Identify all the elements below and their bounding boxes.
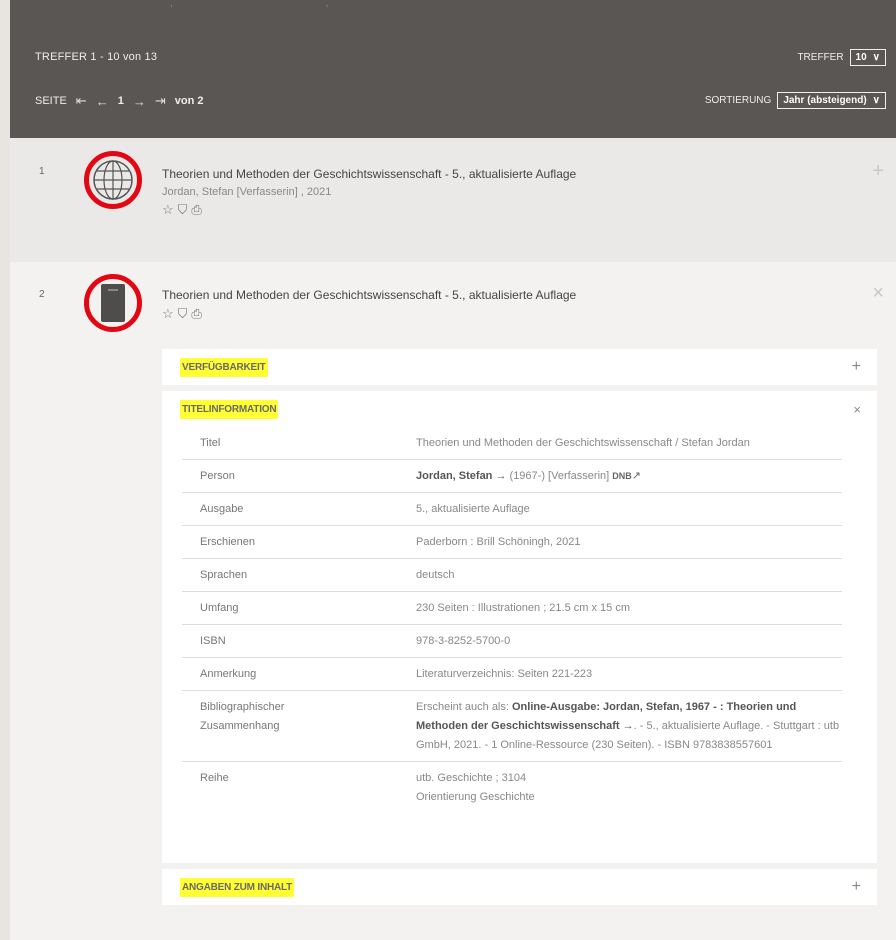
- field-value: deutsch: [398, 558, 842, 592]
- table-row: Person Jordan, Stefan → (1967-) [Verfass…: [182, 459, 842, 493]
- title-info-table: Titel Theorien und Methoden der Geschich…: [182, 427, 842, 813]
- field-label: Titel: [182, 427, 398, 460]
- online-edition-link[interactable]: Online-Ausgabe: Jordan, Stefan, 1967 - :: [512, 701, 724, 713]
- plus-icon[interactable]: +: [852, 358, 861, 376]
- table-row: ISBN 978-3-8252-5700-0: [182, 624, 842, 658]
- availability-header[interactable]: VERFÜGBARKEIT +: [162, 349, 877, 385]
- result-author: Jordan, Stefan [Verfasserin] , 2021: [162, 186, 332, 198]
- arrow-right-icon: →: [495, 470, 507, 482]
- person-link[interactable]: Jordan, Stefan: [416, 470, 492, 482]
- field-label: ISBN: [182, 624, 398, 658]
- page-total: von 2: [174, 95, 204, 107]
- external-link-icon: ↗: [631, 470, 641, 482]
- sort-value: Jahr (absteigend): [783, 95, 867, 106]
- field-label: Sprachen: [182, 558, 398, 592]
- hits-range: TREFFER 1 - 10 von 13: [35, 51, 158, 63]
- bookmark-icon[interactable]: ⛉: [178, 202, 188, 218]
- next-page-icon[interactable]: →: [133, 94, 146, 109]
- table-row: Titel Theorien und Methoden der Geschich…: [182, 427, 842, 460]
- field-value: 230 Seiten : Illustrationen ; 21.5 cm x …: [398, 591, 842, 625]
- availability-panel: VERFÜGBARKEIT +: [162, 349, 877, 385]
- chevron-down-icon: ∨: [872, 95, 880, 106]
- page: , , TREFFER 1 - 10 von 13 SEITE ⇤ ← 1 → …: [10, 0, 896, 940]
- result-title[interactable]: Theorien und Methoden der Geschichtswiss…: [162, 288, 576, 302]
- field-value: Paderborn : Brill Schöningh, 2021: [398, 525, 842, 559]
- star-icon[interactable]: ☆: [162, 306, 174, 322]
- series-line: utb. Geschichte ; 3104: [416, 772, 527, 784]
- result-number: 1: [39, 166, 45, 177]
- result-item: 1 Theorien und Methoden der Geschichtswi…: [10, 138, 896, 262]
- biblio-intro: Erscheint auch als:: [416, 701, 509, 713]
- field-label: Bibliographischer Zusammenhang: [182, 690, 398, 762]
- title-info-panel: TITELINFORMATION × Titel Theorien und Me…: [162, 391, 877, 863]
- expand-icon[interactable]: +: [872, 160, 884, 183]
- field-label: Person: [182, 459, 398, 493]
- collapse-icon[interactable]: ×: [872, 282, 884, 305]
- content-panel: ANGABEN ZUM INHALT +: [162, 869, 877, 905]
- close-icon[interactable]: ×: [853, 402, 861, 417]
- prev-page-icon[interactable]: ←: [96, 94, 109, 109]
- table-row: Reihe utb. Geschichte ; 3104 Orientierun…: [182, 762, 842, 814]
- per-page-value: 10: [855, 52, 867, 63]
- current-page: 1: [117, 95, 124, 107]
- table-row: Ausgabe 5., aktualisierte Auflage: [182, 492, 842, 526]
- result-actions: ☆ ⛉ ⎙: [162, 202, 202, 218]
- header-top-fragment: , ,: [170, 0, 329, 9]
- chevron-down-icon: ∨: [872, 52, 880, 63]
- sort-select[interactable]: Jahr (absteigend) ∨: [777, 92, 886, 109]
- pagination: SEITE ⇤ ← 1 → ⇥ von 2: [35, 93, 203, 109]
- field-value: 978-3-8252-5700-0: [398, 624, 842, 658]
- per-page-select[interactable]: 10 ∨: [849, 49, 886, 66]
- sort-control: SORTIERUNG Jahr (absteigend) ∨: [705, 92, 886, 109]
- print-icon[interactable]: ⎙: [191, 306, 201, 322]
- plus-icon[interactable]: +: [852, 878, 861, 896]
- table-row: Anmerkung Literaturverzeichnis: Seiten 2…: [182, 657, 842, 691]
- availability-heading: VERFÜGBARKEIT: [180, 357, 268, 377]
- content-heading: ANGABEN ZUM INHALT: [180, 877, 295, 897]
- last-page-icon[interactable]: ⇥: [155, 93, 166, 109]
- field-label-line: Bibliographischer: [200, 701, 285, 713]
- title-info-heading: TITELINFORMATION: [180, 399, 279, 419]
- print-icon[interactable]: ⎙: [191, 202, 201, 218]
- table-row: Bibliographischer Zusammenhang Erscheint…: [182, 690, 842, 762]
- field-value: Literaturverzeichnis: Seiten 221-223: [398, 657, 842, 691]
- field-value: Theorien und Methoden der Geschichtswiss…: [398, 427, 842, 460]
- per-page-control: TREFFER 10 ∨: [797, 49, 886, 66]
- content-header[interactable]: ANGABEN ZUM INHALT +: [162, 869, 877, 905]
- dnb-link[interactable]: DNB: [612, 471, 632, 481]
- result-number: 2: [39, 289, 45, 300]
- person-details: (1967-) [Verfasserin]: [509, 470, 610, 482]
- series-line: Orientierung Geschichte: [416, 791, 535, 803]
- star-icon[interactable]: ☆: [162, 202, 174, 218]
- book-icon: [84, 274, 142, 332]
- field-label: Erschienen: [182, 525, 398, 559]
- page-label: SEITE: [35, 95, 67, 107]
- first-page-icon[interactable]: ⇤: [76, 93, 87, 109]
- arrow-right-icon: →: [622, 720, 634, 732]
- field-label: Ausgabe: [182, 492, 398, 526]
- result-actions: ☆ ⛉ ⎙: [162, 306, 202, 322]
- results-header: , , TREFFER 1 - 10 von 13 SEITE ⇤ ← 1 → …: [10, 0, 896, 138]
- per-page-label: TREFFER: [797, 52, 844, 63]
- field-label-line: Zusammenhang: [200, 720, 280, 732]
- bookmark-icon[interactable]: ⛉: [178, 306, 188, 322]
- globe-icon: [84, 151, 142, 209]
- table-row: Sprachen deutsch: [182, 558, 842, 592]
- field-value: 5., aktualisierte Auflage: [398, 492, 842, 526]
- field-label: Reihe: [200, 772, 229, 784]
- table-row: Umfang 230 Seiten : Illustrationen ; 21.…: [182, 591, 842, 625]
- title-info-header[interactable]: TITELINFORMATION ×: [162, 391, 877, 427]
- table-row: Erschienen Paderborn : Brill Schöningh, …: [182, 525, 842, 559]
- result-title[interactable]: Theorien und Methoden der Geschichtswiss…: [162, 167, 576, 181]
- field-value: Erscheint auch als: Online-Ausgabe: Jord…: [398, 690, 842, 762]
- sort-label: SORTIERUNG: [704, 95, 772, 106]
- field-value: Jordan, Stefan → (1967-) [Verfasserin] D…: [398, 459, 842, 493]
- field-value: utb. Geschichte ; 3104 Orientierung Gesc…: [398, 762, 842, 814]
- field-label: Umfang: [182, 591, 398, 625]
- field-label: Anmerkung: [182, 657, 398, 691]
